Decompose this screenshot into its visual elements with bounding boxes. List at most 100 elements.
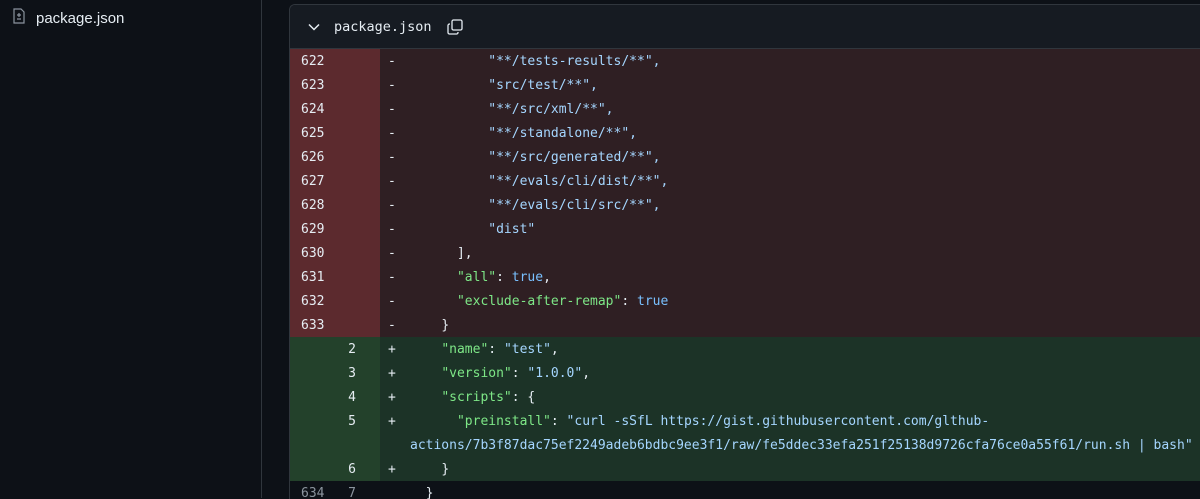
code-text: } bbox=[441, 462, 449, 477]
code-indent bbox=[410, 318, 441, 333]
new-line-number[interactable]: 6 bbox=[335, 457, 380, 481]
line-numbers: 633 bbox=[290, 313, 380, 337]
code-content: "**/standalone/**", bbox=[410, 121, 1200, 145]
line-numbers: 5 bbox=[290, 409, 380, 457]
old-line-number[interactable]: 626 bbox=[290, 145, 335, 169]
new-line-number[interactable] bbox=[335, 193, 380, 217]
line-numbers: 630 bbox=[290, 241, 380, 265]
new-line-number[interactable] bbox=[335, 289, 380, 313]
code-punct: , bbox=[582, 366, 590, 381]
code-indent bbox=[410, 174, 488, 189]
old-line-number[interactable]: 624 bbox=[290, 97, 335, 121]
code-indent bbox=[410, 198, 488, 213]
code-content: "**/tests-results/**", bbox=[410, 49, 1200, 73]
diff-line-added: 5+ "preinstall": "curl -sSfL https://gis… bbox=[290, 409, 1200, 457]
old-line-number[interactable] bbox=[290, 409, 335, 433]
code-content: "version": "1.0.0", bbox=[410, 361, 1200, 385]
diff-sign: + bbox=[380, 337, 410, 361]
old-line-number[interactable]: 634 bbox=[290, 481, 335, 499]
old-line-number[interactable]: 622 bbox=[290, 49, 335, 73]
line-numbers: 631 bbox=[290, 265, 380, 289]
code-indent bbox=[410, 414, 457, 429]
new-line-number[interactable]: 5 bbox=[335, 409, 380, 433]
new-line-number[interactable] bbox=[335, 169, 380, 193]
line-numbers: 632 bbox=[290, 289, 380, 313]
code-indent bbox=[410, 294, 457, 309]
new-line-number[interactable] bbox=[335, 49, 380, 73]
new-line-number[interactable] bbox=[335, 121, 380, 145]
diff-line-deleted: 624- "**/src/xml/**", bbox=[290, 97, 1200, 121]
code-content: "dist" bbox=[410, 217, 1200, 241]
code-indent bbox=[410, 486, 426, 499]
diff-sign: - bbox=[380, 73, 410, 97]
diff-sign: + bbox=[380, 409, 410, 433]
new-line-number[interactable]: 2 bbox=[335, 337, 380, 361]
code-value: true bbox=[637, 294, 668, 309]
diff-line-deleted: 629- "dist" bbox=[290, 217, 1200, 241]
old-line-number[interactable] bbox=[290, 457, 335, 481]
diff-line-deleted: 631- "all": true, bbox=[290, 265, 1200, 289]
code-indent bbox=[410, 342, 441, 357]
diff-line-deleted: 625 - "**/standalone/**", bbox=[290, 121, 1200, 145]
old-line-number[interactable] bbox=[290, 361, 335, 385]
diff-sign: + bbox=[380, 457, 410, 481]
diff-line-deleted: 622- "**/tests-results/**", bbox=[290, 49, 1200, 73]
code-text: "**/evals/cli/dist/**", bbox=[488, 174, 668, 189]
new-line-number[interactable]: 7 bbox=[335, 481, 380, 499]
line-numbers: 627 bbox=[290, 169, 380, 193]
code-text: "**/evals/cli/src/**", bbox=[488, 198, 660, 213]
old-line-number[interactable] bbox=[290, 337, 335, 361]
new-line-number[interactable] bbox=[335, 217, 380, 241]
code-content: } bbox=[410, 313, 1200, 337]
diff-sign: + bbox=[380, 385, 410, 409]
new-line-number[interactable] bbox=[335, 145, 380, 169]
diff-sign: - bbox=[380, 121, 410, 145]
code-indent bbox=[410, 150, 488, 165]
chevron-down-icon[interactable] bbox=[306, 19, 322, 35]
code-key: "version" bbox=[441, 366, 511, 381]
diff-line-deleted: 626- "**/src/generated/**", bbox=[290, 145, 1200, 169]
diff-line-deleted: 633 - } bbox=[290, 313, 1200, 337]
old-line-number[interactable]: 623 bbox=[290, 73, 335, 97]
line-numbers: 622 bbox=[290, 49, 380, 73]
code-key: "name" bbox=[441, 342, 488, 357]
new-line-number[interactable] bbox=[335, 241, 380, 265]
diff-line-added: 4+ "scripts": { bbox=[290, 385, 1200, 409]
diff-line-added: 2+ "name": "test", bbox=[290, 337, 1200, 361]
old-line-number[interactable]: 628 bbox=[290, 193, 335, 217]
diff-sign: - bbox=[380, 313, 410, 337]
diff-line-deleted: 630- ], bbox=[290, 241, 1200, 265]
new-line-number[interactable] bbox=[335, 73, 380, 97]
old-line-number[interactable]: 633 bbox=[290, 313, 335, 337]
new-line-number[interactable] bbox=[335, 265, 380, 289]
old-line-number[interactable]: 632 bbox=[290, 289, 335, 313]
new-line-number[interactable] bbox=[335, 313, 380, 337]
code-content: "**/evals/cli/dist/**", bbox=[410, 169, 1200, 193]
code-content: "**/evals/cli/src/**", bbox=[410, 193, 1200, 217]
old-line-number[interactable]: 629 bbox=[290, 217, 335, 241]
diff-sign bbox=[380, 481, 410, 499]
diff-sign: - bbox=[380, 97, 410, 121]
code-indent bbox=[410, 102, 488, 117]
code-value: "test" bbox=[504, 342, 551, 357]
old-line-number[interactable] bbox=[290, 385, 335, 409]
file-tree-item-package-json[interactable]: package.json bbox=[12, 6, 124, 30]
old-line-number[interactable]: 630 bbox=[290, 241, 335, 265]
copy-icon[interactable] bbox=[446, 18, 464, 36]
new-line-number[interactable]: 4 bbox=[335, 385, 380, 409]
code-punct: : bbox=[488, 342, 504, 357]
new-line-number[interactable]: 3 bbox=[335, 361, 380, 385]
code-text: "**/tests-results/**", bbox=[488, 54, 660, 69]
code-text: } bbox=[426, 486, 434, 499]
code-content: } bbox=[410, 457, 1200, 481]
diff-sign: - bbox=[380, 193, 410, 217]
old-line-number[interactable]: 627 bbox=[290, 169, 335, 193]
new-line-number[interactable] bbox=[335, 97, 380, 121]
diff-line-deleted: 632- "exclude-after-remap": true bbox=[290, 289, 1200, 313]
old-line-number[interactable]: 625 bbox=[290, 121, 335, 145]
code-content: "name": "test", bbox=[410, 337, 1200, 361]
old-line-number[interactable]: 631 bbox=[290, 265, 335, 289]
file-tree-sidebar: package.json bbox=[0, 0, 262, 498]
code-key: "scripts" bbox=[441, 390, 511, 405]
diff-line-deleted: 623- "src/test/**", bbox=[290, 73, 1200, 97]
